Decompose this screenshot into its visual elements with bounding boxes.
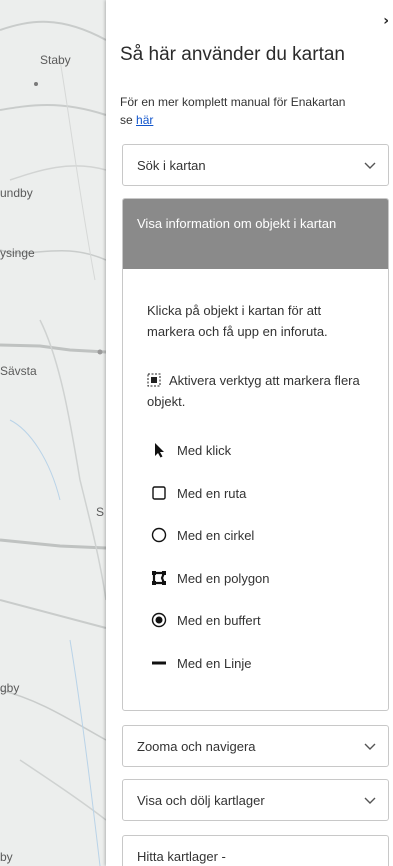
close-panel-button[interactable]: › <box>383 14 389 28</box>
section-search-label: Sök i kartan <box>137 157 206 173</box>
tool-line[interactable]: Med en Linje <box>151 653 251 673</box>
map-label: ysinge <box>0 246 35 260</box>
map-label: Staby <box>40 53 71 67</box>
chevron-down-icon <box>364 797 376 804</box>
chevron-down-icon <box>364 743 376 750</box>
info-text-click: Klicka på objekt i kartan för att marker… <box>147 303 328 339</box>
section-find-label: Hitta kartlager - <box>137 848 226 864</box>
map-label: by <box>0 850 13 864</box>
tool-label: Med en cirkel <box>177 527 255 543</box>
tool-label: Med en polygon <box>177 570 270 586</box>
circle-icon <box>151 527 167 543</box>
manual-link[interactable]: här <box>136 113 153 127</box>
section-find-layers[interactable]: Hitta kartlager - <box>122 835 389 866</box>
map-label: gby <box>0 681 20 695</box>
square-icon <box>151 485 167 501</box>
section-zoom-label: Zooma och navigera <box>137 738 256 754</box>
tool-click[interactable]: Med klick <box>151 440 231 460</box>
info-text-multi: Aktivera verktyg att markera flera objek… <box>147 370 372 412</box>
pointer-icon <box>151 442 167 458</box>
map-label: undby <box>0 186 33 200</box>
tool-label: Med en Linje <box>177 655 252 671</box>
section-zoom[interactable]: Zooma och navigera <box>122 725 389 767</box>
intro-prefix: För en mer komplett manual för Enakartan… <box>120 95 346 127</box>
map-label: S <box>96 505 105 519</box>
section-info-header[interactable]: Visa information om objekt i kartan <box>123 199 388 269</box>
section-search[interactable]: Sök i kartan <box>122 144 389 186</box>
tool-polygon[interactable]: Med en polygon <box>151 568 270 588</box>
section-info: Visa information om objekt i kartan Klic… <box>122 198 389 711</box>
panel-title: Så här använder du kartan <box>120 44 345 65</box>
help-panel: › Så här använder du kartan För en mer k… <box>106 0 393 866</box>
tool-label: Med en buffert <box>177 612 261 628</box>
chevron-down-icon <box>364 162 376 169</box>
section-layers-label: Visa och dölj kartlager <box>137 792 265 808</box>
section-info-label: Visa information om objekt i kartan <box>137 216 337 231</box>
map-label: Sävsta <box>0 364 37 378</box>
tool-rectangle[interactable]: Med en ruta <box>151 483 246 503</box>
select-tools-icon <box>147 372 161 387</box>
tool-label: Med klick <box>177 442 232 458</box>
tool-circle[interactable]: Med en cirkel <box>151 525 254 545</box>
polygon-icon <box>151 570 167 586</box>
tool-buffer[interactable]: Med en buffert <box>151 610 261 630</box>
section-layers[interactable]: Visa och dölj kartlager <box>122 779 389 821</box>
info-text-multi-label: Aktivera verktyg att markera flera objek… <box>147 373 360 409</box>
line-icon <box>151 655 167 671</box>
tool-label: Med en ruta <box>177 485 247 501</box>
buffer-icon <box>151 612 167 628</box>
intro-text: För en mer komplett manual för Enakartan… <box>120 93 350 129</box>
